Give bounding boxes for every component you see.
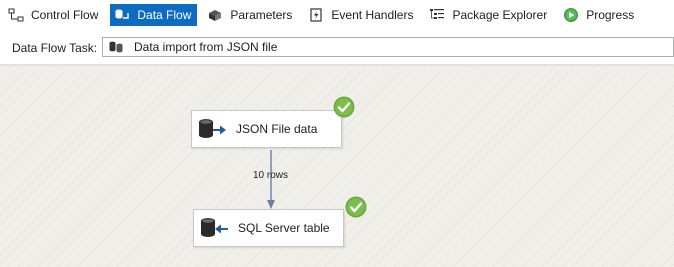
progress-icon [562, 7, 580, 23]
tab-package-explorer[interactable]: Package Explorer [425, 4, 553, 26]
tab-event-handlers[interactable]: Event Handlers [304, 4, 419, 26]
parameters-icon [206, 7, 224, 23]
path-row-count: 10 rows [253, 170, 289, 181]
tab-parameters[interactable]: Parameters [203, 4, 298, 26]
tab-label: Event Handlers [331, 8, 414, 22]
tab-control-flow[interactable]: Control Flow [4, 4, 104, 26]
tab-data-flow[interactable]: Data Flow [110, 4, 198, 26]
tab-label: Parameters [230, 8, 293, 22]
tab-label: Package Explorer [452, 8, 548, 22]
data-flow-task-label: Data Flow Task: [12, 41, 98, 55]
tab-label: Data Flow [137, 8, 192, 22]
data-flow-icon [113, 7, 131, 23]
event-handlers-icon [307, 7, 325, 23]
tab-label: Control Flow [31, 8, 99, 22]
component-label: JSON File data [236, 122, 318, 136]
data-flow-task-icon [108, 40, 126, 54]
destination-component-icon [200, 216, 230, 240]
source-component-icon [198, 117, 228, 141]
tab-label: Progress [586, 8, 635, 22]
json-source-component[interactable]: JSON File data [191, 110, 342, 148]
data-flow-canvas[interactable]: 10 rows JSON File data SQL Server table [0, 66, 674, 267]
success-check-icon [345, 196, 367, 218]
designer-tab-strip: Control Flow Data Flow Parameters Event … [0, 0, 674, 30]
component-label: SQL Server table [238, 221, 330, 235]
data-flow-task-value: Data import from JSON file [134, 40, 278, 54]
sql-destination-component[interactable]: SQL Server table [193, 209, 344, 247]
package-explorer-icon [428, 7, 446, 23]
success-check-icon [333, 96, 355, 118]
tab-progress[interactable]: Progress [559, 4, 640, 26]
task-selector-row: Data Flow Task: Data import from JSON fi… [0, 30, 674, 64]
path-arrowhead [267, 200, 275, 209]
control-flow-icon [7, 7, 25, 23]
data-flow-task-dropdown[interactable]: Data import from JSON file [102, 37, 674, 57]
